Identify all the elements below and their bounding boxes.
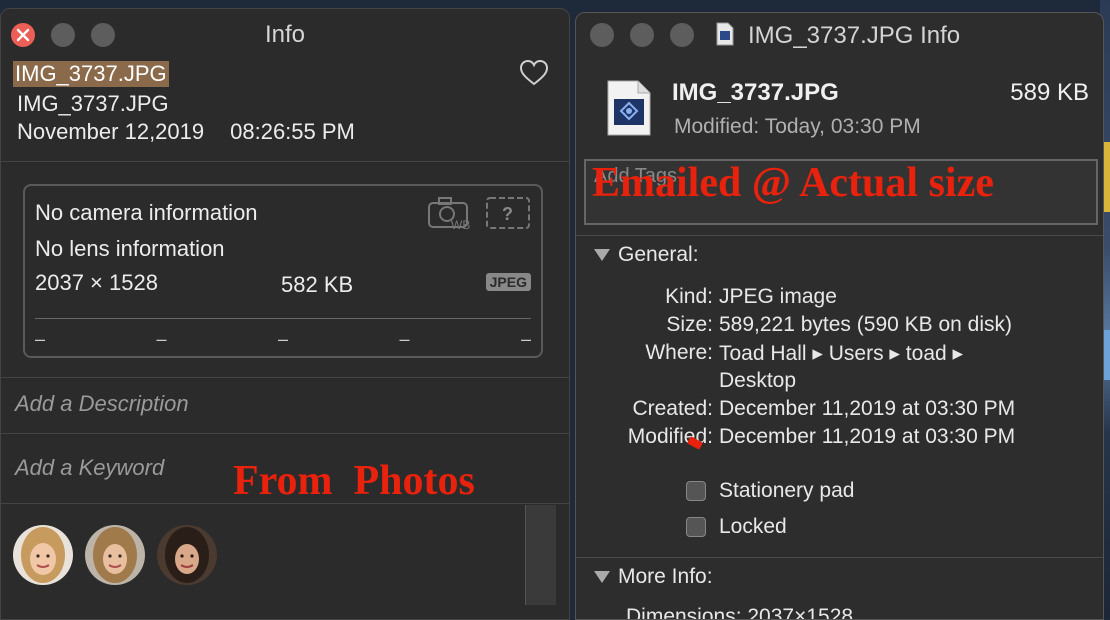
annotation-from-photos: From Photos [233, 458, 475, 504]
finder-info-window: IMG_3737.JPG Info IMG_3737.JPG 589 KB Mo… [575, 12, 1104, 620]
faces-scrollbar[interactable] [525, 505, 556, 605]
person-face-thumbnail[interactable] [13, 525, 73, 585]
general-header: General: [618, 243, 699, 266]
divider [1, 377, 569, 378]
size-label: Size: [666, 313, 713, 336]
created-label: Created: [632, 397, 713, 420]
svg-text:?: ? [502, 204, 513, 224]
zoom-button[interactable] [670, 23, 694, 47]
person-face-thumbnail[interactable] [85, 525, 145, 585]
general-section-toggle[interactable]: General: [594, 243, 699, 267]
lens-info: No lens information [35, 236, 225, 261]
size-value: 589,221 bytes (590 KB on disk) [719, 313, 1013, 336]
tags-field[interactable]: Add Tags Emailed @ Actual size [584, 159, 1098, 225]
date-time: November 12,2019 08:26:55 PM [17, 119, 355, 145]
exif-value: – [520, 329, 531, 349]
disclosure-triangle-icon [594, 249, 610, 262]
stationery-pad-label: Stationery pad [719, 479, 855, 502]
divider [1, 161, 569, 162]
favorite-heart-icon[interactable] [519, 59, 549, 87]
stationery-pad-checkbox[interactable] [686, 481, 706, 501]
keyword-field[interactable]: Add a Keyword [15, 455, 164, 481]
locked-checkbox[interactable] [686, 517, 706, 537]
modified-summary: Modified: Today, 03:30 PM [674, 115, 921, 139]
faces-row [13, 525, 217, 585]
camera-info-box: No camera information No lens informatio… [23, 184, 543, 358]
close-button[interactable] [590, 23, 614, 47]
dimensions-label: 2037 × 1528 [35, 270, 158, 295]
date-label: November 12,2019 [17, 119, 205, 144]
file-name: IMG_3737.JPG [672, 79, 839, 106]
photos-info-window: Info IMG_3737.JPG IMG_3737.JPG November … [0, 8, 570, 620]
modified-label: Modified: [674, 115, 760, 138]
person-face-thumbnail[interactable] [157, 525, 217, 585]
filename-label: IMG_3737.JPG [17, 91, 169, 116]
where-value: Toad Hall ▸ Users ▸ toad ▸ [719, 342, 964, 365]
modified-value: Today, 03:30 PM [764, 115, 921, 138]
jpeg-document-icon [716, 22, 734, 46]
window-title: IMG_3737.JPG Info [748, 22, 961, 49]
metering-unknown-icon: ? [486, 197, 530, 229]
svg-text:WB: WB [451, 218, 470, 230]
divider [576, 557, 1103, 558]
locked-label: Locked [719, 515, 787, 538]
camera-info: No camera information [35, 200, 258, 225]
where-value-continued: Desktop [719, 369, 797, 392]
jpeg-file-icon [607, 80, 651, 136]
minimize-button[interactable] [630, 23, 654, 47]
divider [576, 235, 1103, 236]
exif-value: – [35, 329, 46, 349]
kind-value: JPEG image [719, 285, 837, 308]
title-field-selected[interactable]: IMG_3737.JPG [13, 61, 169, 87]
where-label: Where: [645, 341, 713, 364]
exif-values-row: – – – – – [35, 318, 531, 350]
more-info-section-toggle[interactable]: More Info: [594, 565, 713, 589]
divider [1, 503, 569, 504]
time-label: 08:26:55 PM [230, 119, 355, 144]
annotation-emailed: Emailed @ Actual size [592, 160, 994, 206]
exif-value: – [156, 329, 167, 349]
created-value: December 11,2019 at 03:30 PM [719, 397, 1016, 420]
exif-value: – [399, 329, 410, 349]
description-field[interactable]: Add a Description [15, 391, 189, 417]
format-badge: JPEG [485, 273, 531, 291]
divider [1, 433, 569, 434]
more-info-header: More Info: [618, 565, 713, 588]
exif-value: – [277, 329, 288, 349]
modified-value-general: December 11,2019 at 03:30 PM [719, 425, 1016, 448]
disclosure-triangle-icon [594, 571, 610, 584]
window-title: Info [264, 21, 306, 48]
file-size: 589 KB [1010, 79, 1089, 106]
kind-label: Kind: [665, 285, 713, 308]
camera-wb-icon: WB [428, 197, 470, 230]
file-size-label: 582 KB [281, 272, 354, 297]
titlebar: Info [1, 9, 569, 55]
